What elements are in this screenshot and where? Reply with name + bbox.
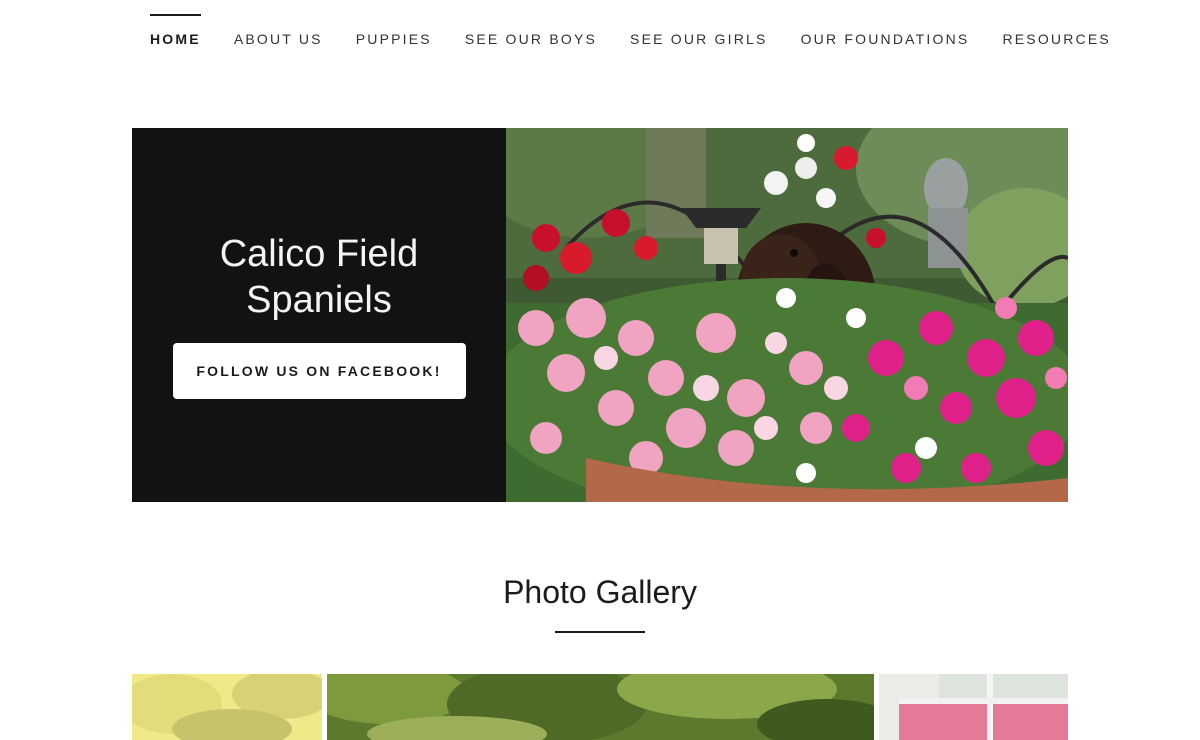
puppy-in-flowers-image	[506, 128, 1068, 502]
gallery-thumbnail-2[interactable]	[327, 674, 874, 740]
nav-item-see-our-girls[interactable]: SEE OUR GIRLS	[630, 14, 768, 47]
nav-list: HOME ABOUT US PUPPIES SEE OUR BOYS SEE O…	[150, 14, 1144, 47]
main-navigation: HOME ABOUT US PUPPIES SEE OUR BOYS SEE O…	[0, 0, 1200, 80]
nav-item-puppies[interactable]: PUPPIES	[356, 14, 432, 47]
nav-item-see-our-boys[interactable]: SEE OUR BOYS	[465, 14, 597, 47]
nav-item-about-us[interactable]: ABOUT US	[234, 14, 323, 47]
nav-item-home[interactable]: HOME	[150, 14, 201, 47]
gallery-thumbnail-1[interactable]	[132, 674, 322, 740]
gallery-heading: Photo Gallery	[503, 574, 697, 610]
hero-section: Calico Field Spaniels FOLLOW US ON FACEB…	[132, 128, 1068, 502]
nav-item-resources[interactable]: RESOURCES	[1002, 14, 1110, 47]
yellow-foliage-image	[132, 674, 322, 740]
site-title: Calico Field Spaniels	[219, 233, 419, 321]
nav-item-our-foundations[interactable]: OUR FOUNDATIONS	[801, 14, 970, 47]
gallery-heading-underline	[555, 631, 645, 633]
follow-facebook-button[interactable]: FOLLOW US ON FACEBOOK!	[172, 343, 466, 399]
green-trees-image	[327, 674, 874, 740]
hero-text-panel: Calico Field Spaniels FOLLOW US ON FACEB…	[132, 128, 506, 502]
pink-banner-image	[879, 674, 1068, 740]
hero-puppy-photo	[506, 128, 1068, 502]
gallery-thumbnail-3[interactable]	[879, 674, 1068, 740]
